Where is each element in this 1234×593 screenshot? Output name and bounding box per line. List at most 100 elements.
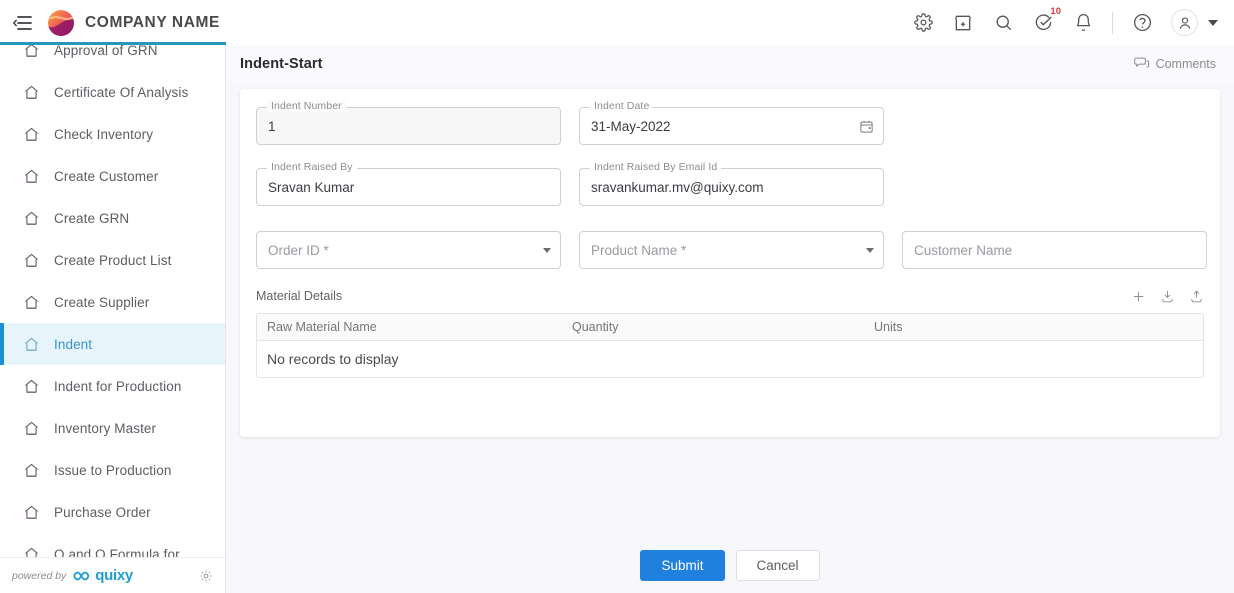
- page-title: Indent-Start: [240, 55, 323, 72]
- sidebar-item-label: Inventory Master: [54, 420, 157, 436]
- company-name: COMPANY NAME: [85, 13, 220, 31]
- material-details-actions: [1131, 289, 1204, 304]
- header-brand-area: COMPANY NAME: [0, 9, 226, 36]
- customer-name-placeholder: Customer Name: [914, 242, 1013, 258]
- search-icon[interactable]: [992, 12, 1014, 34]
- indent-number-box: [256, 107, 561, 145]
- sidebar-item-label: Indent for Production: [54, 378, 182, 394]
- comments-label: Comments: [1155, 56, 1216, 71]
- order-id-placeholder: Order ID *: [268, 242, 329, 258]
- home-icon: [22, 419, 40, 437]
- home-icon: [22, 251, 40, 269]
- sidebar-item-check-inventory[interactable]: Check Inventory: [0, 113, 225, 155]
- home-icon: [22, 125, 40, 143]
- customer-name-input[interactable]: Customer Name: [902, 231, 1207, 269]
- quixy-infinity-icon: [73, 571, 90, 580]
- task-count-badge: 10: [1050, 5, 1061, 17]
- app-header: COMPANY NAME 10: [0, 0, 1234, 45]
- calendar-icon[interactable]: [859, 107, 874, 145]
- quixy-wordmark: quixy: [95, 567, 133, 584]
- sidebar-item-create-supplier[interactable]: Create Supplier: [0, 281, 225, 323]
- page-header: Indent-Start Comments: [226, 45, 1234, 82]
- home-icon: [22, 293, 40, 311]
- sidebar-item-label: Create GRN: [54, 210, 130, 226]
- bell-icon[interactable]: [1072, 12, 1094, 34]
- sidebar-item-certificate-of-analysis[interactable]: Certificate Of Analysis: [0, 71, 225, 113]
- indent-raised-by-email-field[interactable]: Indent Raised By Email Id sravankumar.mv…: [579, 161, 884, 206]
- sidebar-items: Approval of GRN Certificate Of Analysis Ch…: [0, 45, 225, 575]
- download-icon[interactable]: [1160, 289, 1175, 304]
- sidebar-item-issue-to-production[interactable]: Issue to Production: [0, 449, 225, 491]
- sidebar-item-indent[interactable]: Indent: [0, 323, 225, 365]
- gear-icon[interactable]: [199, 569, 213, 583]
- upload-icon[interactable]: [1189, 289, 1204, 304]
- sidebar-item-label: Certificate Of Analysis: [54, 84, 189, 100]
- order-id-select[interactable]: Order ID *: [256, 231, 561, 269]
- header-actions: 10: [912, 6, 1234, 36]
- sidebar-item-approval-of-grn[interactable]: Approval of GRN: [0, 45, 225, 71]
- sidebar-item-label: Create Product List: [54, 252, 172, 268]
- profile-chevron-down-icon[interactable]: [1208, 19, 1218, 26]
- task-check-icon[interactable]: 10: [1032, 6, 1061, 34]
- sidebar-item-label: Check Inventory: [54, 126, 154, 142]
- indent-number-label: Indent Number: [267, 100, 346, 112]
- material-details-grid: Raw Material Name Quantity Units No reco…: [256, 313, 1204, 378]
- product-name-placeholder: Product Name *: [591, 242, 687, 258]
- sidebar-item-label: Create Supplier: [54, 294, 150, 310]
- home-icon: [22, 83, 40, 101]
- sidebar-item-create-grn[interactable]: Create GRN: [0, 197, 225, 239]
- sidebar-item-label: Approval of GRN: [54, 45, 158, 58]
- indent-raised-by-field[interactable]: Indent Raised By Sravan Kumar: [256, 161, 561, 206]
- add-row-icon[interactable]: [1131, 289, 1146, 304]
- indent-raised-by-value: Sravan Kumar: [268, 179, 355, 195]
- grid-header-row: Raw Material Name Quantity Units: [257, 314, 1203, 341]
- cancel-button[interactable]: Cancel: [735, 550, 820, 581]
- quixy-logo: quixy: [73, 567, 133, 584]
- sidebar-item-inventory-master[interactable]: Inventory Master: [0, 407, 225, 449]
- sidebar-item-label: Create Customer: [54, 168, 159, 184]
- chevron-down-icon[interactable]: [866, 231, 874, 269]
- collapse-menu-icon[interactable]: [10, 10, 36, 36]
- home-icon: [22, 503, 40, 521]
- help-icon[interactable]: [1131, 12, 1153, 34]
- material-details-section: Material Details Raw Material Name Quant…: [256, 285, 1204, 378]
- home-icon: [22, 209, 40, 227]
- sidebar-item-label: Indent: [54, 336, 93, 352]
- home-icon: [22, 377, 40, 395]
- store-icon[interactable]: [952, 12, 974, 34]
- grid-col-quantity: Quantity: [572, 320, 619, 334]
- indent-number-field[interactable]: Indent Number 1: [256, 100, 561, 145]
- indent-form-card: Indent Number 1 Indent Date 31-May-2022: [240, 89, 1220, 437]
- company-logo-icon: [48, 9, 74, 36]
- sidebar-item-create-product-list[interactable]: Create Product List: [0, 239, 225, 281]
- sidebar-footer: powered by quixy: [0, 557, 225, 593]
- powered-by-label: powered by: [12, 569, 67, 582]
- home-icon: [22, 45, 40, 59]
- submit-button[interactable]: Submit: [640, 550, 725, 581]
- material-details-title: Material Details: [256, 289, 343, 303]
- sidebar-item-label: Issue to Production: [54, 462, 172, 478]
- main-content: Indent-Start Comments Indent Number 1 In…: [226, 45, 1234, 593]
- user-avatar-icon[interactable]: [1171, 9, 1198, 36]
- sidebar-item-create-customer[interactable]: Create Customer: [0, 155, 225, 197]
- indent-raised-by-email-value: sravankumar.mv@quixy.com: [591, 179, 764, 195]
- product-name-select[interactable]: Product Name *: [579, 231, 884, 269]
- chevron-down-icon[interactable]: [543, 231, 551, 269]
- grid-col-units: Units: [874, 320, 903, 334]
- comments-button[interactable]: Comments: [1133, 55, 1216, 73]
- form-action-bar: Submit Cancel: [226, 550, 1234, 581]
- material-details-header: Material Details: [256, 285, 1204, 307]
- sidebar-item-label: Purchase Order: [54, 504, 151, 520]
- home-icon: [22, 167, 40, 185]
- indent-number-value: 1: [268, 118, 276, 134]
- gear-icon[interactable]: [912, 12, 934, 34]
- grid-col-raw-material-name: Raw Material Name: [267, 320, 377, 334]
- header-divider: [1112, 11, 1113, 34]
- home-icon: [22, 335, 40, 353]
- indent-date-field[interactable]: Indent Date 31-May-2022: [579, 100, 884, 145]
- indent-date-value: 31-May-2022: [591, 118, 671, 134]
- home-icon: [22, 461, 40, 479]
- sidebar-item-indent-for-production[interactable]: Indent for Production: [0, 365, 225, 407]
- comments-icon: [1133, 55, 1150, 73]
- sidebar-item-purchase-order[interactable]: Purchase Order: [0, 491, 225, 533]
